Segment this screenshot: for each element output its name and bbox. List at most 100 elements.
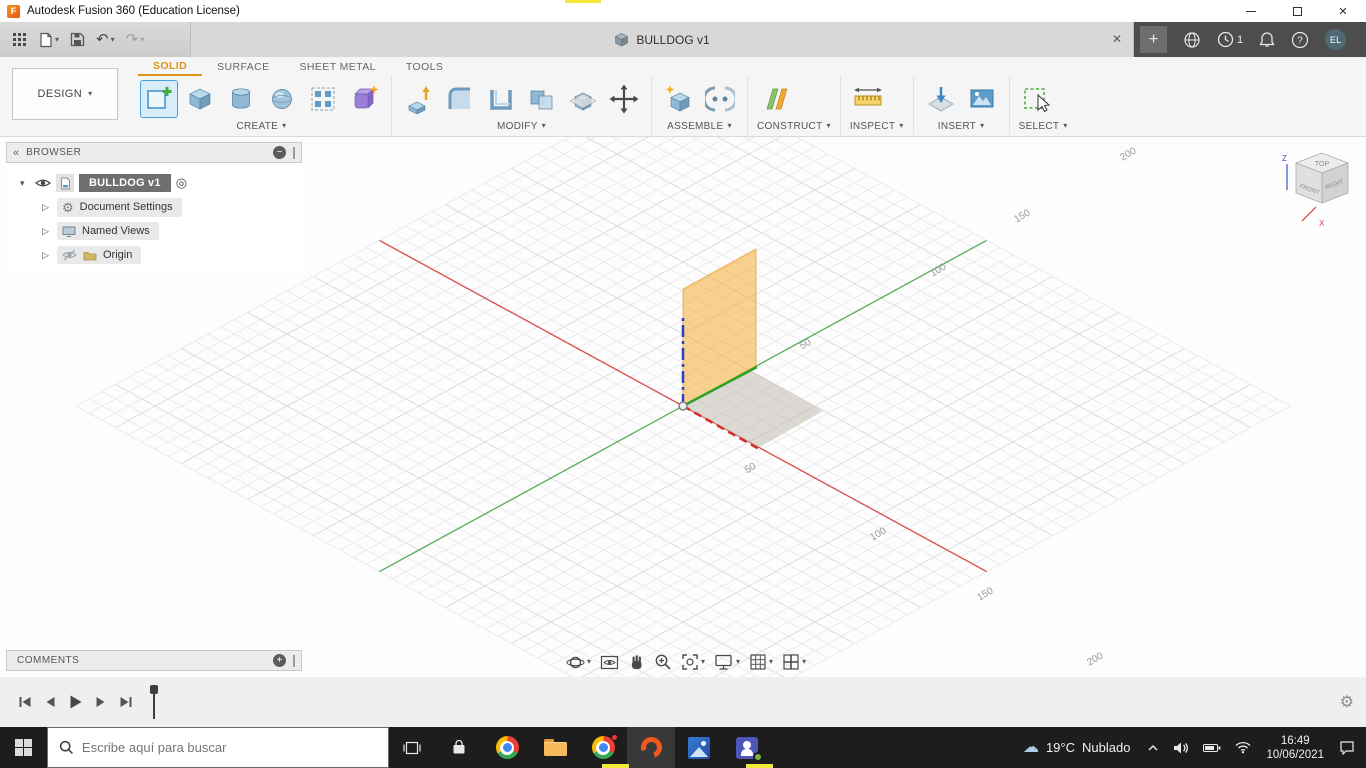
tab-tools[interactable]: TOOLS (391, 57, 458, 76)
browser-root-row[interactable]: ▾ BULLDOG v1 ◎ (6, 171, 302, 195)
browser-row-named-views[interactable]: ▷ Named Views (6, 219, 302, 243)
press-pull-button[interactable] (401, 81, 437, 117)
data-panel-button[interactable] (7, 27, 32, 53)
shell-button[interactable] (483, 81, 519, 117)
origin-point[interactable] (678, 401, 688, 411)
fit-button[interactable]: ▾ (678, 651, 708, 673)
pattern-button[interactable] (305, 81, 341, 117)
fillet-button[interactable] (442, 81, 478, 117)
taskbar-app-store[interactable] (435, 727, 483, 768)
browser-root-label[interactable]: BULLDOG v1 (79, 174, 171, 192)
timeline-play-button[interactable] (62, 687, 89, 717)
joint-button[interactable] (702, 81, 738, 117)
tray-network-button[interactable] (1228, 727, 1258, 768)
timeline-step-forward-button[interactable] (89, 687, 113, 717)
assemble-dropdown[interactable]: ASSEMBLE ▾ (661, 119, 738, 133)
taskbar-app-chrome-2[interactable] (579, 727, 627, 768)
orbit-button[interactable]: ▾ (563, 651, 594, 673)
taskbar-app-chrome[interactable] (483, 727, 531, 768)
viewports-button[interactable]: ▾ (779, 651, 809, 673)
taskbar-app-fusion-360[interactable] (627, 727, 675, 768)
profile-button[interactable]: EL (1317, 22, 1354, 57)
tab-sheet-metal[interactable]: SHEET METAL (285, 57, 391, 76)
create-dropdown[interactable]: CREATE ▾ (141, 119, 382, 133)
grid-snaps-button[interactable]: ▾ (746, 651, 776, 673)
expand-arrow-icon[interactable]: ▷ (42, 250, 52, 261)
combine-button[interactable] (524, 81, 560, 117)
taskbar-search-box[interactable] (47, 727, 389, 768)
measure-button[interactable] (850, 81, 886, 117)
job-status-button[interactable]: 1 (1209, 22, 1251, 57)
workspace-switcher[interactable]: DESIGN ▾ (12, 68, 118, 120)
maximize-button[interactable] (1274, 0, 1320, 22)
close-button[interactable]: ✕ (1320, 0, 1366, 22)
viewport-canvas[interactable]: 50 100 150 200 50 100 150 200 Z TOP FRON… (0, 137, 1366, 677)
display-settings-button[interactable]: ▾ (711, 651, 743, 673)
taskbar-clock[interactable]: 16:49 10/06/2021 (1258, 734, 1332, 762)
minimize-button[interactable] (1228, 0, 1274, 22)
box-button[interactable] (182, 81, 218, 117)
browser-collapse-button[interactable]: − (273, 146, 286, 159)
panel-grip[interactable] (293, 654, 295, 667)
taskbar-weather-widget[interactable]: ☁ 19°C Nublado (1013, 739, 1140, 756)
select-dropdown[interactable]: SELECT ▾ (1019, 119, 1068, 133)
panel-grip[interactable] (293, 146, 295, 159)
tray-battery-button[interactable] (1196, 727, 1228, 768)
add-comment-button[interactable]: + (273, 654, 286, 667)
cylinder-button[interactable] (223, 81, 259, 117)
inspect-dropdown[interactable]: INSPECT ▾ (850, 119, 904, 133)
collapse-panel-icon[interactable]: « (13, 147, 19, 159)
file-menu-button[interactable]: ▾ (35, 27, 63, 53)
tab-solid[interactable]: SOLID (138, 57, 203, 76)
notifications-button[interactable] (1251, 22, 1283, 57)
pan-button[interactable] (625, 651, 648, 673)
construct-plane-button[interactable] (757, 81, 799, 117)
eye-slash-icon[interactable] (62, 249, 77, 261)
zoom-button[interactable] (651, 651, 675, 673)
activate-component-icon[interactable]: ◎ (176, 175, 187, 191)
browser-row-origin[interactable]: ▷ Origin (6, 243, 302, 267)
document-tab-close-button[interactable]: ✕ (1109, 31, 1125, 47)
tab-surface[interactable]: SURFACE (202, 57, 284, 76)
eye-icon[interactable] (35, 177, 51, 189)
canvas-button[interactable] (964, 81, 1000, 117)
timeline-position-marker[interactable] (149, 685, 159, 719)
timeline-settings-gear-icon[interactable]: ⚙ (1340, 692, 1354, 712)
insert-derive-button[interactable] (923, 81, 959, 117)
modify-dropdown[interactable]: MODIFY ▾ (401, 119, 642, 133)
insert-dropdown[interactable]: INSERT ▾ (923, 119, 1000, 133)
timeline-step-back-button[interactable] (38, 687, 62, 717)
create-form-button[interactable] (346, 81, 382, 117)
task-view-button[interactable] (389, 727, 435, 768)
expand-arrow-icon[interactable]: ▷ (42, 202, 52, 213)
select-button[interactable] (1019, 81, 1055, 117)
look-at-button[interactable] (597, 651, 622, 673)
comments-header[interactable]: COMMENTS + (6, 650, 302, 671)
taskbar-app-folder[interactable] (531, 727, 579, 768)
new-document-tab-button[interactable]: + (1140, 26, 1167, 53)
search-input[interactable] (81, 740, 377, 755)
document-tab[interactable]: BULLDOG v1 ✕ (190, 22, 1134, 57)
expand-arrow-icon[interactable]: ▷ (42, 226, 52, 237)
start-button[interactable] (0, 727, 47, 768)
undo-button[interactable]: ↶ ▾ (92, 27, 119, 53)
taskbar-app-photos[interactable] (675, 727, 723, 768)
redo-button[interactable]: ↷ ▾ (122, 27, 149, 53)
tray-show-hidden-icons-button[interactable] (1140, 727, 1166, 768)
tray-volume-button[interactable] (1166, 727, 1196, 768)
move-copy-button[interactable] (606, 81, 642, 117)
help-button[interactable]: ? (1283, 22, 1317, 57)
sphere-button[interactable] (264, 81, 300, 117)
timeline-go-to-end-button[interactable] (113, 687, 139, 717)
view-cube[interactable]: Z TOP FRONT RIGHT X (1272, 145, 1366, 237)
new-component-button[interactable] (661, 81, 697, 117)
expanded-arrow-icon[interactable]: ▾ (20, 178, 30, 189)
create-sketch-button[interactable] (140, 80, 178, 118)
timeline-go-to-start-button[interactable] (12, 687, 38, 717)
construct-dropdown[interactable]: CONSTRUCT ▾ (757, 119, 831, 133)
save-button[interactable] (66, 27, 89, 53)
action-center-button[interactable] (1332, 727, 1362, 768)
split-body-button[interactable] (565, 81, 601, 117)
taskbar-app-teams[interactable] (723, 727, 771, 768)
extensions-button[interactable] (1175, 22, 1209, 57)
